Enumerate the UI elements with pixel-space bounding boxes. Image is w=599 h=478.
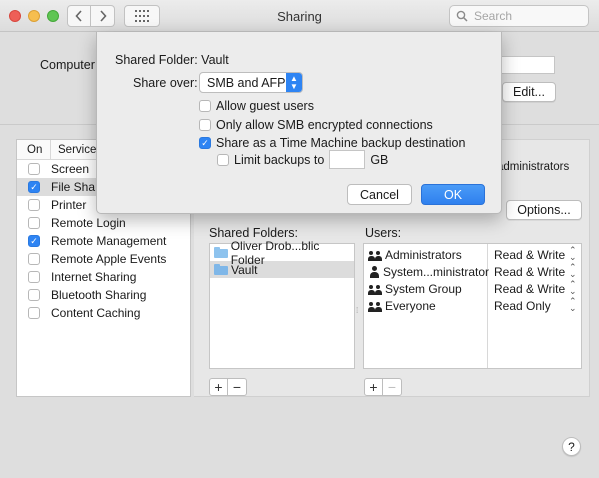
service-checkbox[interactable] (28, 307, 40, 319)
time-machine-checkbox[interactable]: ✓ (199, 137, 211, 149)
permission-popup[interactable]: Read Only (494, 299, 551, 313)
header-service: Service (58, 143, 97, 156)
smb-encrypted-checkbox[interactable] (199, 119, 211, 131)
service-label: Printer (51, 198, 87, 212)
service-checkbox[interactable] (28, 271, 40, 283)
status-text: administrators (497, 161, 570, 173)
search-input[interactable] (472, 8, 572, 24)
permission-popup[interactable]: Read & Write (494, 265, 565, 279)
shared-folders-list: Oliver Drob...blic Folder Vault (209, 239, 355, 369)
shared-folder-row[interactable]: Oliver Drob...blic Folder (210, 239, 354, 267)
chevron-updown-icon: ▲ ▼ (286, 73, 302, 92)
service-checkbox[interactable]: ✓ (28, 181, 40, 193)
limit-backups-option[interactable]: Limit backups to GB (217, 150, 388, 169)
service-label: Bluetooth Sharing (51, 288, 147, 302)
users-label: Users: (365, 226, 402, 240)
edit-button[interactable]: Edit... (502, 82, 556, 102)
user-row[interactable]: System...ministrator Read & Write ⌃ ⌄ (364, 263, 581, 280)
service-row-content-caching[interactable]: Content Caching (17, 304, 190, 322)
user-name: Administrators (385, 248, 462, 262)
add-folder-button[interactable]: + (209, 378, 228, 396)
service-label: Remote Login (51, 216, 126, 230)
everyone-icon (368, 300, 383, 312)
permission-popup[interactable]: Read & Write (494, 282, 565, 296)
service-checkbox[interactable] (28, 163, 40, 175)
user-name: System...ministrator (383, 265, 490, 279)
options-button[interactable]: Options... (506, 200, 582, 220)
user-icon (368, 266, 381, 278)
smb-encrypted-option[interactable]: Only allow SMB encrypted connections (199, 118, 433, 132)
time-machine-label: Share as a Time Machine backup destinati… (216, 136, 466, 150)
service-row-remote-login[interactable]: Remote Login (17, 214, 190, 232)
sheet-title: Shared Folder: Vault (115, 53, 229, 67)
chevron-updown-icon[interactable]: ⌃ ⌄ (569, 280, 577, 296)
remove-folder-button[interactable]: − (228, 378, 247, 396)
chevron-updown-icon[interactable]: ⌃ ⌄ (569, 246, 577, 262)
limit-backups-label: Limit backups to (234, 152, 325, 167)
users-buttons: + − (364, 378, 402, 396)
service-checkbox[interactable]: ✓ (28, 235, 40, 247)
user-row[interactable]: Administrators Read & Write ⌃ ⌄ (364, 246, 581, 263)
service-row-remote-management[interactable]: ✓ Remote Management (17, 232, 190, 250)
user-name: Everyone (385, 299, 436, 313)
service-checkbox[interactable] (28, 217, 40, 229)
share-over-label: Share over: (133, 76, 198, 90)
chevron-updown-icon[interactable]: ⌃ ⌄ (569, 297, 577, 313)
service-label: Internet Sharing (51, 270, 137, 284)
allow-guest-label: Allow guest users (216, 99, 314, 113)
shared-folder-sheet: Shared Folder: Vault Share over: SMB and… (96, 32, 502, 214)
permission-popup[interactable]: Read & Write (494, 248, 565, 262)
computer-name-label: Computer (40, 58, 95, 72)
ok-button[interactable]: OK (421, 184, 485, 205)
splitter-handle[interactable]: ⁞ (356, 306, 360, 315)
add-user-button[interactable]: + (364, 378, 383, 396)
header-on: On (17, 140, 51, 159)
limit-backups-checkbox[interactable] (217, 153, 229, 166)
share-over-popup[interactable]: SMB and AFP ▲ ▼ (199, 72, 303, 93)
allow-guest-option[interactable]: Allow guest users (199, 99, 314, 113)
share-over-value: SMB and AFP (207, 75, 286, 90)
search-field[interactable] (449, 5, 589, 27)
gb-unit-label: GB (370, 152, 389, 167)
folder-icon (214, 264, 228, 275)
group-icon (368, 283, 383, 295)
limit-backups-field[interactable] (329, 150, 366, 169)
user-name: System Group (385, 282, 462, 296)
service-checkbox[interactable] (28, 289, 40, 301)
group-icon (368, 249, 383, 261)
user-row[interactable]: System Group Read & Write ⌃ ⌄ (364, 280, 581, 297)
service-label: Remote Management (51, 234, 167, 248)
service-row-bluetooth-sharing[interactable]: Bluetooth Sharing (17, 286, 190, 304)
computer-name-field[interactable] (500, 56, 555, 74)
remove-user-button[interactable]: − (383, 378, 402, 396)
service-label: File Sha (51, 180, 96, 194)
service-checkbox[interactable] (28, 199, 40, 211)
service-label: Remote Apple Events (51, 252, 167, 266)
help-button[interactable]: ? (562, 437, 581, 456)
shared-folders-buttons: + − (209, 378, 247, 396)
folder-icon (214, 247, 228, 258)
service-row-remote-apple-events[interactable]: Remote Apple Events (17, 250, 190, 268)
service-row-internet-sharing[interactable]: Internet Sharing (17, 268, 190, 286)
user-row[interactable]: Everyone Read Only ⌃ ⌄ (364, 297, 581, 314)
cancel-button[interactable]: Cancel (347, 184, 412, 205)
search-icon (456, 10, 468, 22)
time-machine-option[interactable]: ✓ Share as a Time Machine backup destina… (199, 136, 465, 150)
users-list: Administrators Read & Write ⌃ ⌄ System...… (363, 243, 582, 369)
title-bar: Sharing (0, 0, 599, 32)
service-label: Content Caching (51, 306, 141, 320)
service-checkbox[interactable] (28, 253, 40, 265)
smb-encrypted-label: Only allow SMB encrypted connections (216, 118, 433, 132)
folder-name: Vault (231, 262, 258, 277)
service-label: Screen (51, 162, 90, 176)
chevron-updown-icon[interactable]: ⌃ ⌄ (569, 263, 577, 279)
allow-guest-checkbox[interactable] (199, 100, 211, 112)
